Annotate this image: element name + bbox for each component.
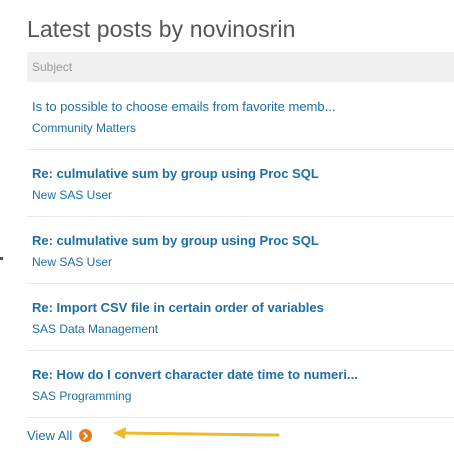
subject-column-header: Subject bbox=[32, 60, 73, 74]
table-header: Subject bbox=[27, 52, 454, 82]
post-title-link[interactable]: Re: culmulative sum by group using Proc … bbox=[32, 233, 319, 248]
list-item: Is to possible to choose emails from fav… bbox=[27, 83, 454, 150]
post-title-link[interactable]: Is to possible to choose emails from fav… bbox=[32, 99, 335, 114]
post-board-link[interactable]: Community Matters bbox=[32, 121, 136, 135]
post-board-link[interactable]: SAS Data Management bbox=[32, 322, 158, 336]
list-item: Re: culmulative sum by group using Proc … bbox=[27, 217, 454, 284]
chevron-right-glyph bbox=[83, 431, 89, 440]
post-title-link[interactable]: Re: How do I convert character date time… bbox=[32, 367, 358, 382]
latest-posts-widget: Latest posts by novinosrin Subject Is to… bbox=[0, 0, 454, 463]
post-board-link[interactable]: SAS Programming bbox=[32, 389, 131, 403]
list-item: Re: culmulative sum by group using Proc … bbox=[27, 150, 454, 217]
post-title-link[interactable]: Re: Import CSV file in certain order of … bbox=[32, 300, 324, 315]
page-title: Latest posts by novinosrin bbox=[27, 16, 296, 42]
post-board-link[interactable]: New SAS User bbox=[32, 188, 112, 202]
annotation-arrow-icon bbox=[113, 427, 280, 439]
post-board-link[interactable]: New SAS User bbox=[32, 255, 112, 269]
view-all-link[interactable]: View All bbox=[27, 428, 93, 443]
stray-mark bbox=[0, 257, 3, 260]
view-all-label[interactable]: View All bbox=[27, 428, 72, 443]
list-item: Re: Import CSV file in certain order of … bbox=[27, 284, 454, 351]
list-item: Re: How do I convert character date time… bbox=[27, 351, 454, 418]
chevron-right-icon[interactable] bbox=[79, 429, 93, 442]
post-title-link[interactable]: Re: culmulative sum by group using Proc … bbox=[32, 166, 319, 181]
